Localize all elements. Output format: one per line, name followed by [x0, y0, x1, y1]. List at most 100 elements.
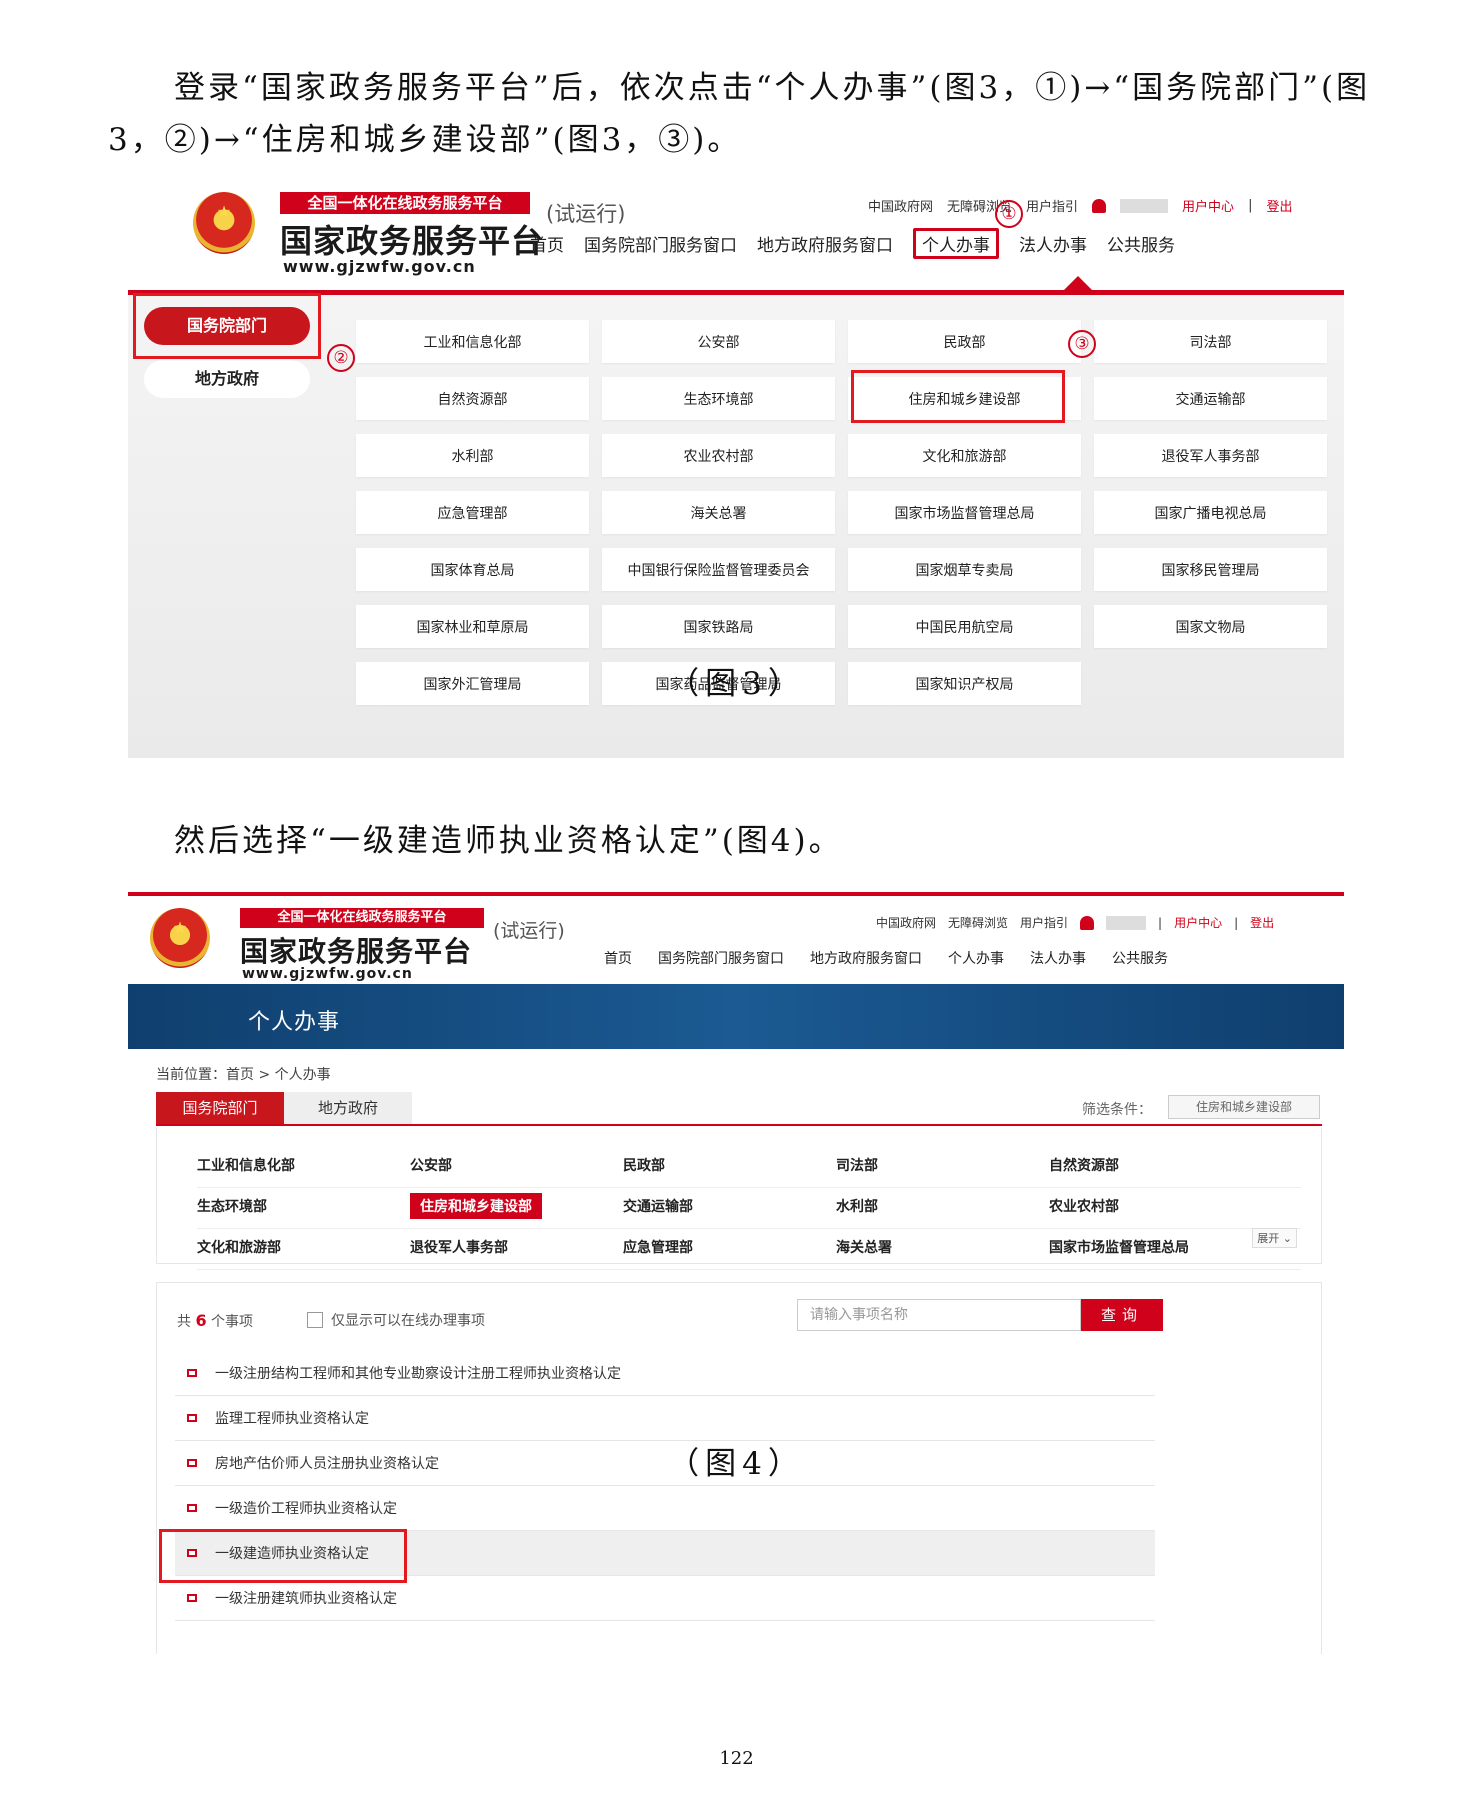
- dept-button[interactable]: 海关总署: [602, 491, 835, 534]
- top-red-line: [128, 892, 1344, 896]
- dept-button[interactable]: 水利部: [356, 434, 589, 477]
- dept-link[interactable]: 交通运输部: [623, 1196, 836, 1216]
- username-blurred: [1106, 915, 1147, 930]
- user-center-link[interactable]: 用户中心: [1182, 196, 1234, 215]
- dept-button[interactable]: 公安部: [602, 320, 835, 363]
- search-button[interactable]: 查询: [1081, 1299, 1163, 1331]
- nav-personal[interactable]: 个人办事: [913, 228, 999, 259]
- service-item-label: 一级注册结构工程师和其他专业勘察设计注册工程师执业资格认定: [215, 1366, 621, 1382]
- dept-link[interactable]: 生态环境部: [197, 1196, 410, 1216]
- dept-link[interactable]: 水利部: [836, 1196, 1049, 1216]
- dept-button[interactable]: 中国银行保险监督管理委员会: [602, 548, 835, 591]
- online-only-filter[interactable]: 仅显示可以在线办理事项: [307, 1310, 485, 1330]
- bullet-icon: [187, 1594, 197, 1602]
- nav-home[interactable]: 首页: [530, 231, 564, 256]
- dept-button[interactable]: 中国民用航空局: [848, 605, 1081, 648]
- tab-local-gov[interactable]: 地方政府: [284, 1092, 412, 1124]
- username-blurred: [1120, 198, 1169, 213]
- page-number: 122: [719, 1748, 754, 1769]
- annotation-1: ①: [995, 200, 1023, 228]
- dept-button[interactable]: 国家广播电视总局: [1094, 491, 1327, 534]
- search-input[interactable]: 请输入事项名称: [797, 1299, 1081, 1331]
- dept-link[interactable]: 农业农村部: [1049, 1196, 1262, 1216]
- service-item[interactable]: 监理工程师执业资格认定: [175, 1396, 1155, 1441]
- gov-link[interactable]: 中国政府网: [876, 914, 936, 931]
- dept-button[interactable]: 民政部: [848, 320, 1081, 363]
- user-center-link[interactable]: 用户中心: [1174, 914, 1222, 931]
- dept-link[interactable]: 应急管理部: [623, 1237, 836, 1257]
- dept-button[interactable]: 退役军人事务部: [1094, 434, 1327, 477]
- nav-home[interactable]: 首页: [604, 948, 632, 968]
- breadcrumb: 当前位置：首页 > 个人办事: [156, 1067, 331, 1083]
- nav-corporate[interactable]: 法人办事: [1030, 948, 1086, 968]
- department-grid: 工业和信息化部 公安部 民政部 司法部 自然资源部 生态环境部 住房和城乡建设部 交通运输部水…: [356, 320, 1327, 705]
- annotation-box-3: [851, 370, 1065, 423]
- dept-button[interactable]: 国家文物局: [1094, 605, 1327, 648]
- filter-value[interactable]: 住房和城乡建设部: [1168, 1095, 1320, 1119]
- service-item-label: 一级造价工程师执业资格认定: [215, 1501, 397, 1517]
- nav-corporate[interactable]: 法人办事: [1019, 231, 1087, 256]
- paragraph-2: 然后选择“一级建造师执业资格认定”(图4)。: [174, 823, 843, 859]
- nav-public[interactable]: 公共服务: [1112, 948, 1168, 968]
- nav-personal[interactable]: 个人办事: [948, 948, 1004, 968]
- dept-link[interactable]: 海关总署: [836, 1237, 1049, 1257]
- dept-button[interactable]: 工业和信息化部: [356, 320, 589, 363]
- dept-button[interactable]: 国家市场监督管理总局: [848, 491, 1081, 534]
- dept-link[interactable]: 退役军人事务部: [410, 1237, 623, 1257]
- nav-local-gov[interactable]: 地方政府服务窗口: [810, 948, 922, 968]
- nav-pointer-icon: [1064, 276, 1092, 290]
- logout-link[interactable]: 登出: [1266, 196, 1292, 215]
- dept-link[interactable]: 民政部: [623, 1155, 836, 1175]
- main-nav: 首页 国务院部门服务窗口 地方政府服务窗口 个人办事 法人办事 公共服务: [604, 948, 1168, 968]
- dept-link[interactable]: 司法部: [836, 1155, 1049, 1175]
- trial-label: (试运行): [493, 920, 565, 942]
- dept-button[interactable]: 国家体育总局: [356, 548, 589, 591]
- expand-button[interactable]: 展开 ⌄: [1252, 1228, 1297, 1248]
- dept-button[interactable]: 自然资源部: [356, 377, 589, 420]
- guide-link[interactable]: 用户指引: [1020, 914, 1068, 931]
- nav-local-gov[interactable]: 地方政府服务窗口: [757, 231, 893, 256]
- dept-button[interactable]: 司法部: [1094, 320, 1327, 363]
- top-links: 中国政府网 无障碍浏览 用户指引 用户中心 | 登出: [868, 196, 1292, 215]
- online-only-checkbox[interactable]: [307, 1312, 323, 1328]
- side-tab-local-gov[interactable]: 地方政府: [144, 360, 310, 398]
- trial-label: (试运行): [546, 202, 626, 226]
- dept-link[interactable]: 国家市场监督管理总局: [1049, 1237, 1262, 1257]
- dept-link[interactable]: 工业和信息化部: [197, 1155, 410, 1175]
- bullet-icon: [187, 1369, 197, 1377]
- national-emblem-icon: ★: [150, 908, 210, 968]
- dept-button[interactable]: 生态环境部: [602, 377, 835, 420]
- service-item[interactable]: 一级造价工程师执业资格认定: [175, 1486, 1155, 1531]
- caption-figure-3: （图3）: [668, 666, 805, 702]
- bullet-icon: [187, 1504, 197, 1512]
- site-name[interactable]: 国家政务服务平台: [240, 930, 472, 970]
- chevron-down-icon: ⌄: [1282, 1232, 1292, 1245]
- nav-state-council[interactable]: 国务院部门服务窗口: [658, 948, 784, 968]
- dept-link[interactable]: 住房和城乡建设部: [410, 1192, 542, 1219]
- dept-link[interactable]: 公安部: [410, 1155, 623, 1175]
- logout-link[interactable]: 登出: [1250, 914, 1274, 931]
- dept-button[interactable]: 文化和旅游部: [848, 434, 1081, 477]
- site-name[interactable]: 国家政务服务平台: [280, 216, 544, 262]
- guide-link[interactable]: 用户指引: [1026, 196, 1078, 215]
- nav-state-council[interactable]: 国务院部门服务窗口: [584, 231, 737, 256]
- dept-button[interactable]: 交通运输部: [1094, 377, 1327, 420]
- dept-link[interactable]: 文化和旅游部: [197, 1237, 410, 1257]
- tab-state-council[interactable]: 国务院部门: [156, 1092, 284, 1124]
- dept-button[interactable]: 应急管理部: [356, 491, 589, 534]
- divider: |: [1248, 198, 1253, 213]
- dept-button[interactable]: 国家铁路局: [602, 605, 835, 648]
- accessible-link[interactable]: 无障碍浏览: [948, 914, 1008, 931]
- service-item[interactable]: 一级注册结构工程师和其他专业勘察设计注册工程师执业资格认定: [175, 1351, 1155, 1396]
- dept-button[interactable]: 国家移民管理局: [1094, 548, 1327, 591]
- nav-public[interactable]: 公共服务: [1107, 231, 1175, 256]
- dept-button[interactable]: 农业农村部: [602, 434, 835, 477]
- site-url: www.gjzwfw.gov.cn: [283, 257, 476, 276]
- dept-link[interactable]: 自然资源部: [1049, 1155, 1262, 1175]
- dept-button[interactable]: 国家林业和草原局: [356, 605, 589, 648]
- intro-paragraph: 登录“国家政务服务平台”后，依次点击“个人办事”(图3，①)→“国务院部门”(图…: [108, 70, 1371, 158]
- dept-row: 文化和旅游部 退役军人事务部 应急管理部 海关总署 国家市场监督管理总局: [197, 1224, 1301, 1270]
- dept-button[interactable]: 国家烟草专卖局: [848, 548, 1081, 591]
- gov-link[interactable]: 中国政府网: [868, 196, 933, 215]
- annotation-3: ③: [1068, 330, 1096, 358]
